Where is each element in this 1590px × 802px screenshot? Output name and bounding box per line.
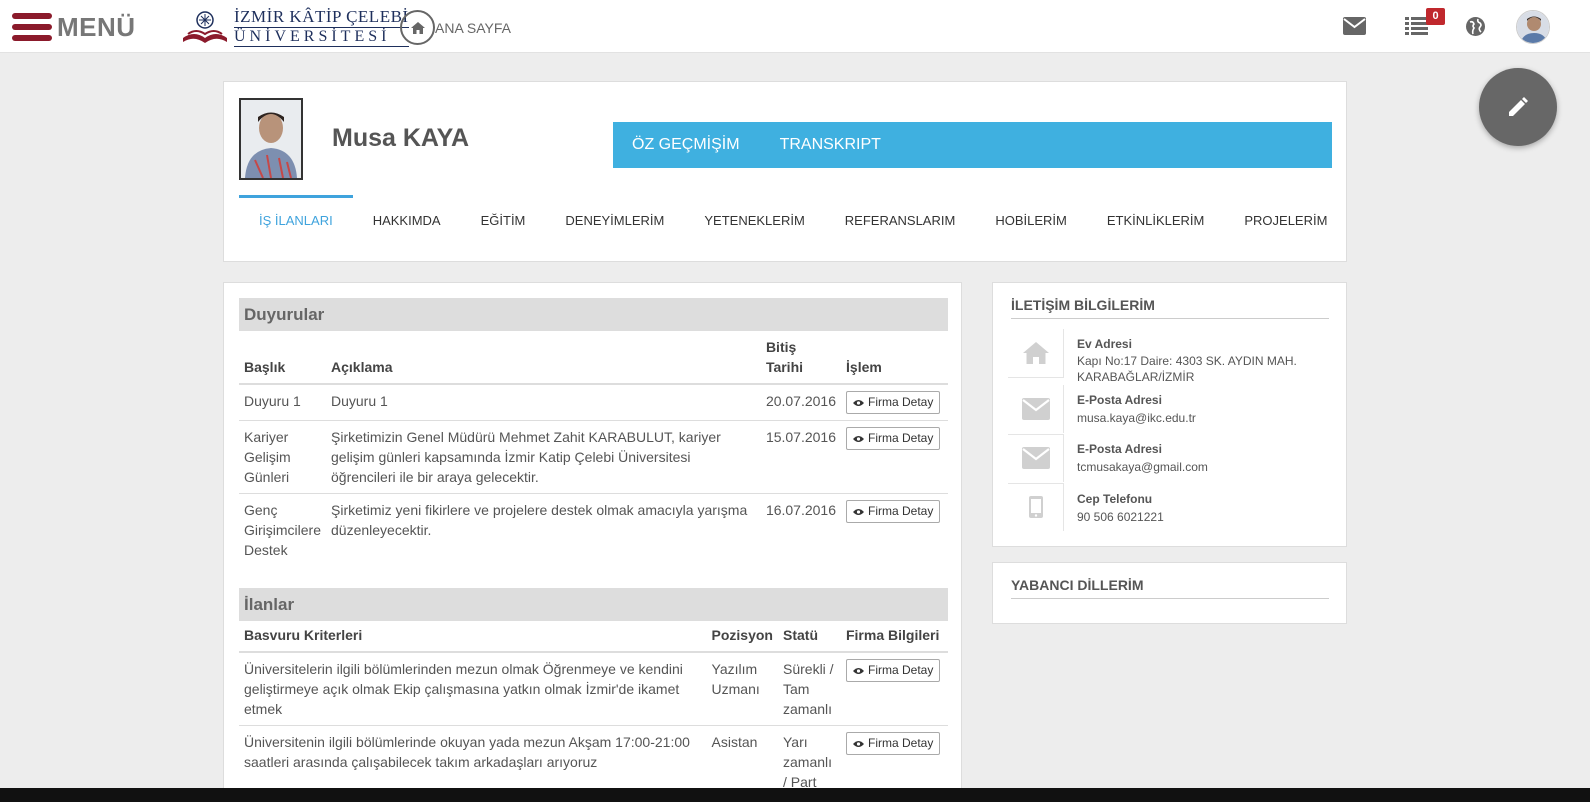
menu-label: MENÜ <box>57 11 136 42</box>
col-islem: İşlem <box>841 333 948 385</box>
eye-icon <box>853 432 865 446</box>
col-statu: Statü <box>778 621 841 653</box>
globe-icon[interactable] <box>1466 17 1485 39</box>
top-navbar: MENÜ İZMİR KÂTİP ÇELEBİ ÜNİVERSİTESİ ANA… <box>0 0 1590 53</box>
bottom-edge <box>0 788 1590 802</box>
tab-deneyimlerim[interactable]: DENEYİMLERİM <box>545 195 684 235</box>
university-emblem-icon <box>183 11 227 43</box>
envelope-icon <box>1008 385 1064 433</box>
home-link[interactable]: ANA SAYFA <box>400 10 511 45</box>
eye-icon <box>852 737 864 751</box>
envelope-icon[interactable] <box>1343 17 1366 38</box>
col-firma: Firma Bilgileri <box>840 621 948 653</box>
cell-bitis: 20.07.2016 <box>765 393 837 409</box>
cell-aciklama: Şirketimiz yeni fikirlere ve projelere d… <box>326 493 761 566</box>
logo-line-1: İZMİR KÂTİP ÇELEBİ <box>234 6 409 26</box>
languages-title: YABANCI DİLLERİM <box>1011 577 1144 593</box>
table-row: Genç Girişimcilere Destek Şirketimiz yen… <box>239 493 948 566</box>
envelope-icon <box>1008 434 1064 482</box>
table-row: Kariyer Gelişim Günleri Şirketimizin Gen… <box>239 420 948 494</box>
home-icon <box>1008 329 1064 377</box>
col-pozisyon: Pozisyon <box>706 621 778 653</box>
contact-item-email-2: E-Posta Adresi tcmusakaya@gmail.com <box>1008 434 1328 482</box>
cell-aciklama: Şirketimizin Genel Müdürü Mehmet Zahit K… <box>326 420 761 494</box>
mobile-icon <box>1008 483 1064 531</box>
avatar[interactable] <box>1516 10 1550 44</box>
tab-egitim[interactable]: EĞİTİM <box>461 195 546 235</box>
profile-card: Musa KAYA ÖZ GEÇMİŞİM TRANSKRIPT İŞ İLAN… <box>223 81 1347 262</box>
cell-statu: Sürekli / Tam zamanlı <box>783 661 834 717</box>
firma-detay-button[interactable]: Firma Detay <box>846 500 941 523</box>
tab-etkinliklerim[interactable]: ETKİNLİKLERİM <box>1087 195 1225 235</box>
eye-icon <box>852 664 864 678</box>
tab-referanslarim[interactable]: REFERANSLARIM <box>825 195 976 235</box>
tab-projelerim[interactable]: PROJELERİM <box>1224 195 1347 235</box>
announcements-heading: Duyurular <box>239 298 948 331</box>
hamburger-icon <box>12 13 52 41</box>
profile-tabs: İŞ İLANLARI HAKKIMDA EĞİTİM DENEYİMLERİM… <box>239 195 1347 235</box>
home-icon <box>400 10 435 45</box>
firma-detay-button[interactable]: Firma Detay <box>845 659 941 682</box>
university-logo[interactable]: İZMİR KÂTİP ÇELEBİ ÜNİVERSİTESİ <box>180 7 409 47</box>
contact-item-address: Ev Adresi Kapı No:17 Daire: 4303 SK. AYD… <box>1008 329 1328 384</box>
col-kriter: Basvuru Kriterleri <box>239 621 707 653</box>
notification-badge: 0 <box>1426 8 1445 25</box>
contact-card: İLETİŞİM BİLGİLERİM Ev Adresi Kapı No:17… <box>992 282 1347 547</box>
cell-bitis: 16.07.2016 <box>760 493 842 566</box>
cell-baslik: Duyuru 1 <box>244 393 301 409</box>
tab-hakkimda[interactable]: HAKKIMDA <box>353 195 461 235</box>
table-row: Üniversitelerin ilgili bölümlerinden mez… <box>239 652 948 726</box>
cell-baslik: Kariyer Gelişim Günleri <box>239 420 326 494</box>
col-aciklama: Açıklama <box>326 333 761 385</box>
announcements-table: Başlık Açıklama Bitiş Tarihi İşlem Duyur… <box>239 333 948 566</box>
languages-card: YABANCI DİLLERİM <box>992 562 1347 624</box>
contact-item-phone: Cep Telefonu 90 506 6021221 <box>1008 483 1328 531</box>
contact-item-email-1: E-Posta Adresi musa.kaya@ikc.edu.tr <box>1008 385 1328 433</box>
cell-baslik: Genç Girişimcilere Destek <box>239 493 326 566</box>
logo-line-2: ÜNİVERSİTESİ <box>234 26 409 47</box>
job-listings-table: Basvuru Kriterleri Pozisyon Statü Firma … <box>239 621 948 798</box>
pencil-icon <box>1509 97 1528 116</box>
cell-aciklama: Duyuru 1 <box>331 393 388 409</box>
profile-links-bar: ÖZ GEÇMİŞİM TRANSKRIPT <box>613 122 1332 168</box>
tab-hobilerim[interactable]: HOBİLERİM <box>975 195 1087 235</box>
job-listings-heading: İlanlar <box>239 588 948 621</box>
list-icon[interactable] <box>1405 16 1428 39</box>
contact-title: İLETİŞİM BİLGİLERİM <box>1011 297 1155 313</box>
menu-button[interactable]: MENÜ <box>12 12 136 42</box>
firma-detay-button[interactable]: Firma Detay <box>846 391 941 414</box>
home-label: ANA SAYFA <box>435 19 511 36</box>
tab-yeteneklerim[interactable]: YETENEKLERİM <box>684 195 824 235</box>
table-row: Duyuru 1 Duyuru 1 20.07.2016 Firma Detay <box>239 384 948 421</box>
cell-bitis: 15.07.2016 <box>760 420 842 494</box>
transcript-link[interactable]: TRANSKRIPT <box>780 136 881 154</box>
profile-photo <box>239 98 303 180</box>
col-bitis: Bitiş Tarihi <box>760 333 842 385</box>
firma-detay-button[interactable]: Firma Detay <box>846 427 941 450</box>
edit-profile-button[interactable] <box>1479 68 1557 146</box>
cell-kriter: Üniversitelerin ilgili bölümlerinden mez… <box>244 661 683 717</box>
cell-pozisyon: Yazılım Uzmanı <box>711 661 760 697</box>
eye-icon <box>853 396 865 410</box>
profile-name: Musa KAYA <box>332 124 470 152</box>
main-content-card: Duyurular Başlık Açıklama Bitiş Tarihi İ… <box>223 282 962 802</box>
firma-detay-button[interactable]: Firma Detay <box>845 732 941 755</box>
cv-link[interactable]: ÖZ GEÇMİŞİM <box>632 136 740 154</box>
eye-icon <box>853 505 865 519</box>
tab-is-ilanlari[interactable]: İŞ İLANLARI <box>239 195 353 235</box>
col-baslik: Başlık <box>239 333 326 385</box>
